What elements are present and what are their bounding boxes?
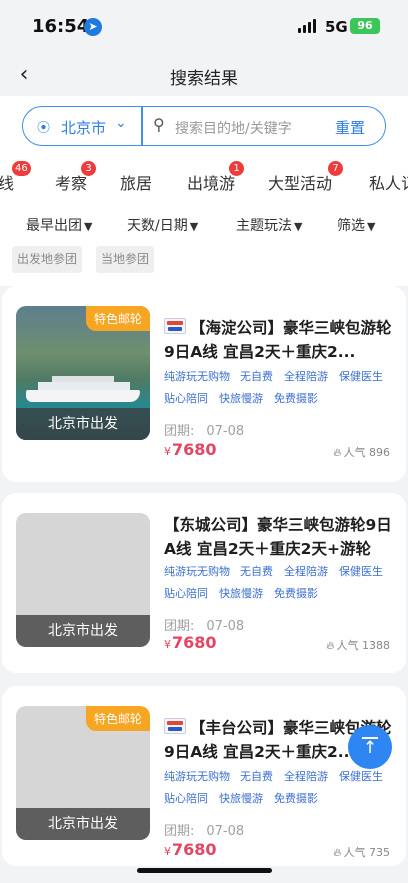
triangle-down-icon: ▼ [189,220,199,233]
tab-badge: 7 [328,161,343,176]
departure-label: 北京市出发 [16,808,150,840]
feature-tag-item: 全程陪游 [284,565,328,578]
popularity: 🔥︎ 人气 1388 [326,639,390,652]
filter-theme[interactable]: 主题玩法 ▼ [236,215,302,235]
triangle-down-icon: ▼ [84,220,93,233]
home-indicator [137,868,272,873]
tab-sojourn[interactable]: 旅居 [120,170,152,194]
search-bar: ⦿ 北京市 ⌄ ⚲ 搜索目的地/关键字 重置 [22,106,386,146]
price: ¥7680 [164,440,217,459]
search-input[interactable]: 搜索目的地/关键字 [175,118,292,138]
reset-button[interactable]: 重置 [335,117,365,138]
product-card[interactable]: 北京市出发 【东城公司】豪华三峡包游轮9日A线 宜昌2天＋重庆2天+游轮 纯游玩… [2,493,406,673]
location-arrow-icon: ➤ [84,18,102,36]
product-image: 北京市出发 [16,513,150,647]
status-bar: 16:54 ➤ 5G 96 [0,0,408,54]
feature-tag-item: 保健医生 [339,565,383,578]
popularity: 🔥︎ 人气 735 [333,846,390,859]
feature-tag-item: 快旅慢游 [219,392,263,405]
location-pin-icon: ⦿ [37,121,51,136]
price: ¥7680 [164,840,217,859]
signal-icon [298,19,316,33]
product-image: 特色邮轮 北京市出发 [16,706,150,840]
feature-tag-item: 贴心陪同 [164,392,208,405]
back-to-top-button[interactable]: ↑ [348,725,392,769]
price: ¥7680 [164,633,217,652]
product-card[interactable]: 特色邮轮 北京市出发 【海淀公司】豪华三峡包游轮9日A线 宜昌2天＋重庆2...… [2,286,406,482]
feature-tag-item: 快旅慢游 [219,587,263,600]
product-title: 【海淀公司】豪华三峡包游轮9日A线 宜昌2天＋重庆2... [164,319,392,361]
feature-tag: 特色邮轮 [85,706,150,731]
feature-tag-item: 全程陪游 [284,370,328,383]
flame-icon: 🔥︎ [333,846,342,859]
cruise-ship-icon [26,376,140,404]
popularity: 🔥︎ 人气 896 [333,446,390,459]
triangle-down-icon: ▼ [367,220,376,233]
feature-tag-item: 免费摄影 [274,587,318,600]
chip-local-group[interactable]: 当地参团 [96,246,155,273]
tab-badge: 46 [12,161,31,176]
tab-outbound[interactable]: 出境游 [187,170,235,194]
chip-departure-group[interactable]: 出发地参团 [12,246,83,273]
feature-tag-item: 纯游玩无购物 [164,565,230,578]
search-icon: ⚲ [153,115,165,134]
nav-bar: ‹ 搜索结果 [0,54,408,96]
search-panel: ⦿ 北京市 ⌄ ⚲ 搜索目的地/关键字 重置 线 46 考察 3 旅居 出境游 … [0,96,408,286]
feature-tag-item: 无自费 [240,370,273,383]
tour-date: 团期: 07-08 [164,824,245,839]
arrow-up-icon: ↑ [362,738,378,758]
network-type: 5G [325,18,348,36]
flame-icon: 🔥︎ [333,446,342,459]
triangle-down-icon: ▼ [294,220,303,233]
tab-events[interactable]: 大型活动 [268,170,332,194]
departure-label: 北京市出发 [16,615,150,647]
feature-tag-item: 贴心陪同 [164,587,208,600]
feature-tag-item: 免费摄影 [274,392,318,405]
departure-label: 北京市出发 [16,408,150,440]
status-time: 16:54 [32,16,90,37]
page-title: 搜索结果 [170,69,238,89]
tour-date: 团期: 07-08 [164,424,245,439]
feature-tag: 特色邮轮 [85,306,150,331]
tab-badge: 1 [229,161,244,176]
tab-line[interactable]: 线 [0,170,14,194]
tab-badge: 3 [81,161,96,176]
filter-more[interactable]: 筛选 ▼ [337,215,375,235]
feature-tag-item: 免费摄影 [274,792,318,805]
feature-tag-item: 全程陪游 [284,770,328,783]
tour-date: 团期: 07-08 [164,619,245,634]
feature-tag-item: 无自费 [240,770,273,783]
tab-private[interactable]: 私人订 [369,170,408,194]
divider [141,107,143,145]
city-selector[interactable]: 北京市 [61,117,106,138]
feature-tag-item: 快旅慢游 [219,792,263,805]
feature-tag-item: 保健医生 [339,370,383,383]
product-card[interactable]: 特色邮轮 北京市出发 【丰台公司】豪华三峡包游轮9日A线 宜昌2天＋重庆2...… [2,686,406,866]
chevron-down-icon[interactable]: ⌄ [115,115,127,131]
feature-tag-item: 无自费 [240,565,273,578]
tour-type-chips: 出发地参团 当地参团 [0,246,408,274]
feature-tag-item: 纯游玩无购物 [164,370,230,383]
feature-tag-item: 保健医生 [339,770,383,783]
feature-tag-item: 纯游玩无购物 [164,770,230,783]
feature-tag-item: 贴心陪同 [164,792,208,805]
filter-earliest[interactable]: 最早出团 ▼ [26,215,92,235]
product-title: 【东城公司】豪华三峡包游轮9日A线 宜昌2天＋重庆2天+游轮 [164,516,392,558]
filter-days-date[interactable]: 天数/日期 ▼ [127,215,198,235]
category-tabs: 线 46 考察 3 旅居 出境游 1 大型活动 7 私人订 [0,158,408,198]
flame-icon: 🔥︎ [326,639,335,652]
product-image: 特色邮轮 北京市出发 [16,306,150,440]
filter-bar: 最早出团 ▼ 天数/日期 ▼ 主题玩法 ▼ 筛选 ▼ [0,208,408,238]
battery-icon: 96 [350,18,380,34]
